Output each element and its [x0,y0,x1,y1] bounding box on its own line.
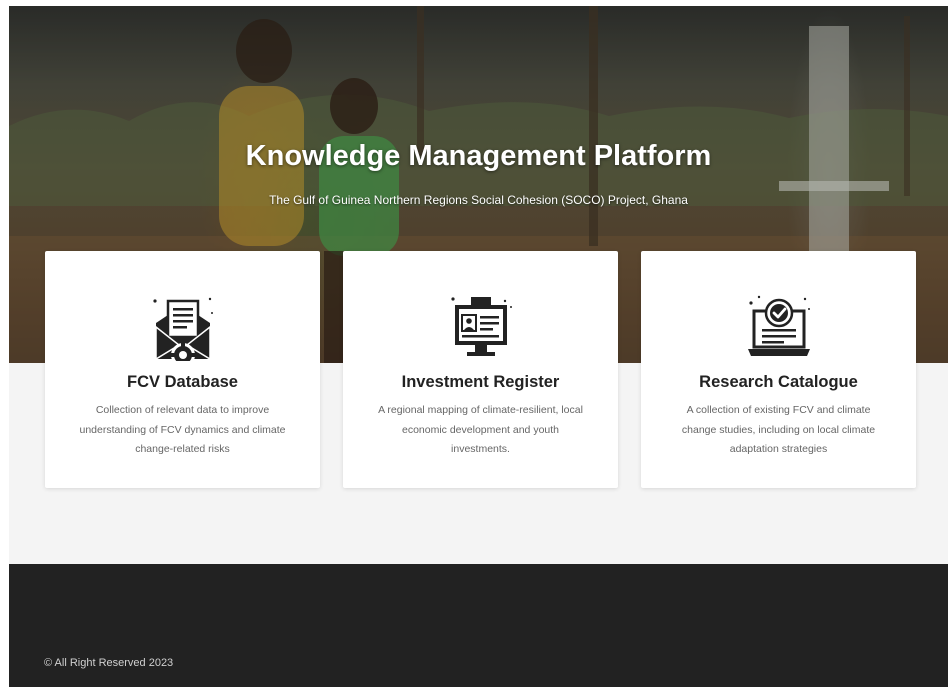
card-title: FCV Database [127,373,238,391]
hero-title: Knowledge Management Platform [245,140,712,172]
card-fcv-database[interactable]: FCV Database Collection of relevant data… [45,251,320,488]
card-investment-register[interactable]: Investment Register A regional mapping o… [343,251,618,488]
card-description: Collection of relevant data to improve u… [79,404,286,455]
footer: © All Right Reserved 2023 [9,564,948,687]
card-research-catalogue[interactable]: Research Catalogue A collection of exist… [641,251,916,488]
card-description: A collection of existing FCV and climate… [681,404,876,455]
card-title: Research Catalogue [699,373,858,391]
card-title: Investment Register [401,373,560,391]
page-frame: Knowledge Management Platform The Gulf o… [9,6,948,687]
copyright-text: © All Right Reserved 2023 [44,657,174,669]
hero-subtitle: The Gulf of Guinea Northern Regions Soci… [269,193,688,207]
card-description: A regional mapping of climate-resilient,… [378,404,583,455]
monitor-id-card-icon [451,297,512,356]
laptop-checkmark-icon [748,295,810,356]
database-envelope-gear-icon [153,297,213,361]
